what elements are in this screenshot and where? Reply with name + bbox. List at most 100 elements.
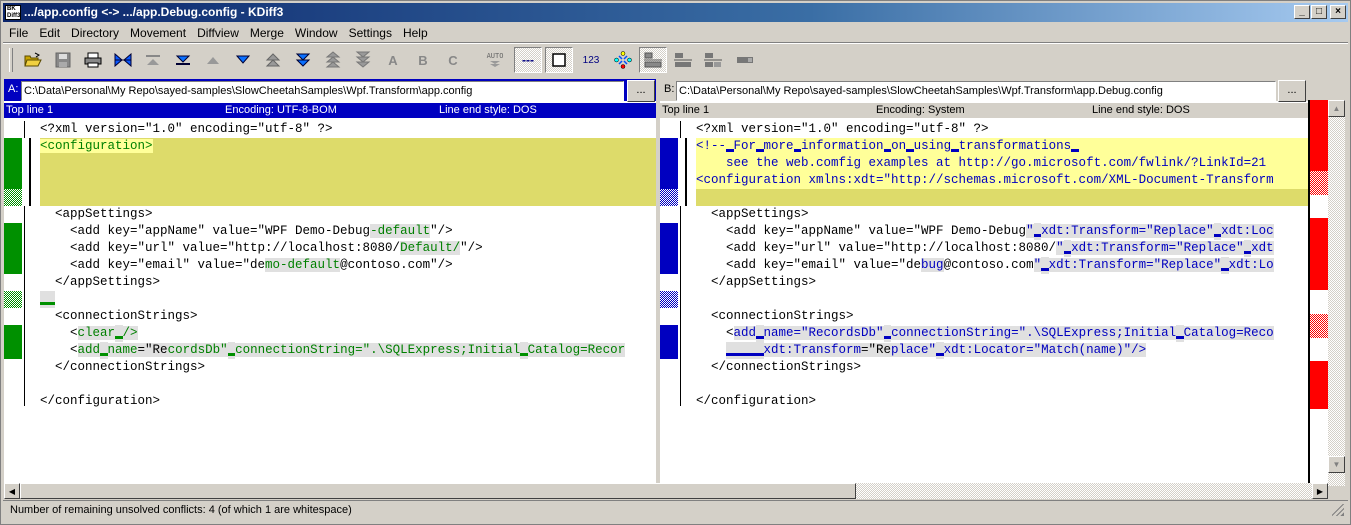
diff-overview[interactable]	[1308, 100, 1328, 486]
select-a-button[interactable]: A	[379, 47, 407, 73]
diff-pane-b: B: C:\Data\Personal\My Repo\sayed-sample…	[660, 79, 1308, 484]
toolbar-grip[interactable]	[9, 48, 13, 72]
go-prev-unsolved-conflict-icon	[325, 51, 341, 68]
pane-b-header: B: C:\Data\Personal\My Repo\sayed-sample…	[660, 79, 1308, 102]
print-button[interactable]	[79, 47, 107, 73]
window-title: .../app.config <-> .../app.Debug.config …	[24, 5, 284, 19]
save-button[interactable]	[49, 47, 77, 73]
choose-a-everywhere-icon	[614, 51, 632, 69]
diff-marker	[4, 223, 22, 274]
select-a-icon: A	[388, 52, 398, 68]
go-current-delta-button[interactable]	[109, 47, 137, 73]
toggle-split-orientation-icon	[644, 52, 662, 68]
menu-movement[interactable]: Movement	[124, 24, 191, 40]
diff-marker	[4, 138, 22, 189]
pane-a-top-line: Top line 1	[6, 104, 54, 116]
diff-marker	[660, 138, 678, 189]
scroll-right-button[interactable]: ▶	[1312, 483, 1328, 499]
go-next-unsolved-conflict-button[interactable]	[349, 47, 377, 73]
go-prev-unsolved-conflict-button[interactable]	[319, 47, 347, 73]
horizontal-scrollbar[interactable]: ◀ ▶	[4, 483, 1328, 499]
go-next-conflict-button[interactable]	[289, 47, 317, 73]
select-c-icon: C	[448, 52, 458, 68]
go-prev-delta-button[interactable]	[199, 47, 227, 73]
pane-b-top-line: Top line 1	[662, 104, 710, 116]
pane-a-label: A:	[8, 83, 19, 95]
menu-help[interactable]: Help	[397, 24, 433, 40]
merge-view-button[interactable]	[699, 47, 727, 73]
menu-bar: File Edit Directory Movement Diffview Merge Wi…	[3, 24, 1348, 42]
code-line: </connectionStrings>	[40, 360, 206, 374]
code-line: </configuration>	[40, 394, 161, 408]
arrow-down-icon: ▼	[1332, 460, 1341, 469]
code-line: <connectionStrings>	[40, 309, 198, 323]
scroll-down-button[interactable]: ▼	[1328, 456, 1345, 473]
open-button[interactable]	[19, 47, 47, 73]
pane-b-code-view[interactable]: <?xml version="1.0" encoding="utf-8" ?> …	[660, 119, 1308, 484]
code-line: </configuration>	[696, 394, 817, 408]
go-bottom-button[interactable]	[169, 47, 197, 73]
toolbar: A B C AUTO --- 123	[3, 45, 1348, 75]
select-b-icon: B	[418, 52, 428, 68]
diff-marker-whitespace	[660, 189, 678, 206]
toggle-split-orientation-button[interactable]	[639, 47, 667, 73]
code-line: <add name="RecordsDb" connectionString=".\…	[40, 342, 626, 359]
save-icon	[55, 52, 71, 68]
overview-conflict-marker	[1310, 361, 1328, 409]
diff-marker	[660, 223, 678, 274]
close-icon: ×	[1335, 6, 1341, 17]
menu-diffview[interactable]: Diffview	[191, 24, 244, 40]
dir-view-button[interactable]	[669, 47, 697, 73]
status-bar: Number of remaining unsolved conflicts: …	[3, 500, 1348, 520]
auto-advance-button[interactable]: AUTO	[481, 47, 509, 73]
menu-directory[interactable]: Directory	[65, 24, 124, 40]
overview-button[interactable]	[731, 47, 759, 73]
code-line: <appSettings>	[40, 207, 153, 221]
horizontal-scroll-thumb[interactable]	[20, 483, 856, 499]
minimize-button[interactable]: _	[1294, 5, 1310, 19]
scroll-up-button[interactable]: ▲	[1328, 100, 1345, 117]
go-prev-conflict-icon	[265, 53, 281, 67]
select-b-button[interactable]: B	[409, 47, 437, 73]
diff-pane-a: A: C:\Data\Personal\My Repo\sayed-sample…	[4, 79, 656, 484]
code-line: <add key="url" value="http://localhost:8…	[696, 240, 1274, 257]
go-top-button[interactable]	[139, 47, 167, 73]
select-c-button[interactable]: C	[439, 47, 467, 73]
pane-a-path-input[interactable]: C:\Data\Personal\My Repo\sayed-samples\S…	[21, 81, 624, 101]
menu-settings[interactable]: Settings	[343, 24, 397, 40]
code-line: </appSettings>	[696, 275, 817, 289]
go-prev-conflict-button[interactable]	[259, 47, 287, 73]
code-line: <appSettings>	[696, 207, 809, 221]
maximize-button[interactable]: □	[1311, 5, 1327, 19]
pane-a-line-end-style: Line end style: DOS	[439, 104, 537, 116]
arrow-up-icon: ▲	[1332, 104, 1341, 113]
resize-grip-icon[interactable]	[1332, 504, 1344, 516]
code-line: see the web.comfig examples at http://go…	[696, 156, 1267, 170]
close-button[interactable]: ×	[1330, 5, 1346, 19]
menu-file[interactable]: File	[3, 24, 33, 40]
menu-merge[interactable]: Merge	[244, 24, 289, 40]
pane-b-browse-button[interactable]: ...	[1278, 80, 1306, 102]
show-whitespace-chars-button[interactable]: ---	[514, 47, 542, 73]
choose-a-everywhere-button[interactable]	[609, 47, 637, 73]
vertical-scrollbar[interactable]: ▲ ▼	[1328, 100, 1345, 486]
code-line: <add key="url" value="http://localhost:8…	[40, 241, 483, 255]
go-next-unsolved-conflict-icon	[355, 51, 371, 68]
show-line-numbers-button[interactable]: 123	[577, 47, 605, 73]
whitespace-marker	[47, 291, 55, 308]
overview-conflict-marker	[1310, 218, 1328, 290]
pane-a-browse-button[interactable]: ...	[627, 80, 655, 102]
show-whitespace-button[interactable]	[545, 47, 573, 73]
menu-window[interactable]: Window	[289, 24, 343, 40]
scroll-left-button[interactable]: ◀	[4, 483, 20, 499]
pane-b-path-input[interactable]: C:\Data\Personal\My Repo\sayed-samples\S…	[676, 81, 1276, 101]
pane-a-code-view[interactable]: <?xml version="1.0" encoding="utf-8" ?> …	[4, 119, 656, 484]
code-line: <add name="RecordsDb" connectionString=".\…	[696, 325, 1274, 342]
title-bar[interactable]: BK Diff3 .../app.config <-> .../app.Debug…	[3, 3, 1348, 22]
pane-b-info-bar: Top line 1 Encoding: System Line end sty…	[660, 103, 1308, 118]
go-next-delta-button[interactable]	[229, 47, 257, 73]
whitespace-marker	[40, 291, 48, 308]
code-line: <!-- For more information on using transformat…	[696, 138, 1079, 155]
code-line: <clear/>	[40, 325, 138, 342]
menu-edit[interactable]: Edit	[33, 24, 65, 40]
